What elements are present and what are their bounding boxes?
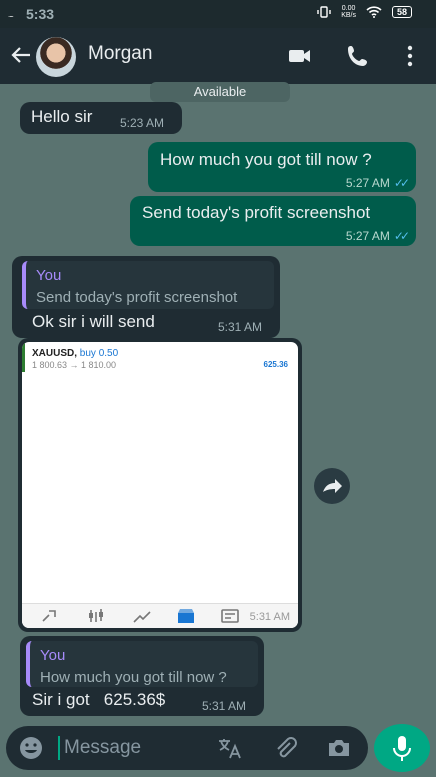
- camera-icon[interactable]: [326, 735, 352, 761]
- message-time: 5:27 AM: [345, 229, 390, 243]
- screenshot-tab-bar: 5:31 AM: [22, 603, 298, 628]
- quote-text: Send today's profit screenshot: [36, 289, 238, 306]
- vibrate-icon: [317, 6, 331, 18]
- net-speed: 0.00 KB/s: [341, 5, 356, 19]
- quotes-tab-icon: [42, 610, 56, 622]
- read-ticks-icon: ✓✓: [393, 229, 410, 243]
- trade-side: buy 0.50: [79, 348, 119, 359]
- message-time: 5:31 AM: [218, 320, 263, 334]
- message-time: 5:31 AM: [202, 699, 247, 713]
- contact-name[interactable]: Morgan: [88, 43, 152, 65]
- message-bubble-outgoing[interactable]: How much you got till now ? 5:27 AM ✓✓: [148, 142, 416, 192]
- position-indicator-bar: [22, 342, 25, 372]
- status-time: 5:33: [26, 6, 55, 22]
- image-time: 5:31 AM: [249, 611, 290, 623]
- forward-icon: [323, 479, 342, 493]
- day-chip: Available: [150, 82, 290, 102]
- message-bubble-outgoing[interactable]: Send today's profit screenshot 5:27 AM ✓✓: [130, 196, 416, 246]
- read-ticks-icon: ✓✓: [393, 176, 410, 190]
- quoted-message[interactable]: You How much you got till now ?: [26, 641, 258, 687]
- attach-icon[interactable]: [272, 735, 298, 761]
- message-time: 5:27 AM: [345, 176, 390, 190]
- message-composer: Message: [6, 726, 368, 770]
- message-text: Ok sir i will send: [32, 312, 155, 331]
- message-text: How much you got till now ?: [160, 150, 372, 169]
- mic-icon: [393, 736, 411, 761]
- message-text: Send today's profit screenshot: [142, 203, 371, 222]
- voice-call-icon[interactable]: [344, 42, 372, 70]
- message-input[interactable]: Message: [64, 737, 141, 759]
- signal-icon: ....: [8, 10, 14, 19]
- forward-button[interactable]: [314, 468, 350, 504]
- message-bubble-incoming[interactable]: You How much you got till now ? Sir i go…: [20, 636, 264, 716]
- trade-profit: 625.36: [263, 360, 288, 369]
- history-tab-icon: [178, 609, 194, 623]
- quoted-message[interactable]: You Send today's profit screenshot: [22, 261, 274, 309]
- emoji-icon[interactable]: [18, 735, 44, 761]
- wifi-icon: [366, 6, 382, 18]
- image-message[interactable]: XAUUSD, buy 0.50 1 800.63 → 1 810.00 625…: [18, 338, 302, 632]
- quote-author: You: [40, 647, 66, 664]
- trade-price-range: 1 800.63 → 1 810.00: [32, 360, 117, 370]
- battery-indicator: 58: [391, 6, 412, 18]
- message-text: Hello sir: [31, 107, 93, 126]
- trade-screenshot[interactable]: XAUUSD, buy 0.50 1 800.63 → 1 810.00 625…: [22, 342, 298, 628]
- mic-button[interactable]: [374, 724, 430, 772]
- quote-author: You: [36, 267, 62, 284]
- text-cursor: [58, 736, 60, 760]
- status-bar: .... 5:33 0.00 KB/s 58: [0, 0, 436, 28]
- video-call-icon[interactable]: [286, 42, 314, 70]
- message-text: Sir i got 625.36$: [32, 690, 166, 709]
- news-tab-icon: [221, 609, 239, 623]
- trade-symbol: XAUUSD, buy 0.50: [32, 348, 119, 359]
- message-time: 5:23 AM: [120, 116, 165, 130]
- message-bubble-incoming[interactable]: You Send today's profit screenshot Ok si…: [12, 256, 280, 338]
- quote-text: How much you got till now ?: [40, 669, 227, 686]
- chat-header: Morgan: [0, 28, 436, 84]
- trade-tab-icon: [133, 611, 151, 623]
- message-bubble-incoming[interactable]: Hello sir 5:23 AM: [20, 102, 182, 134]
- more-options-icon[interactable]: [396, 42, 424, 70]
- back-arrow-icon[interactable]: [8, 42, 34, 68]
- translate-icon[interactable]: [216, 735, 242, 761]
- chart-tab-icon: [89, 609, 103, 622]
- avatar[interactable]: [36, 37, 76, 77]
